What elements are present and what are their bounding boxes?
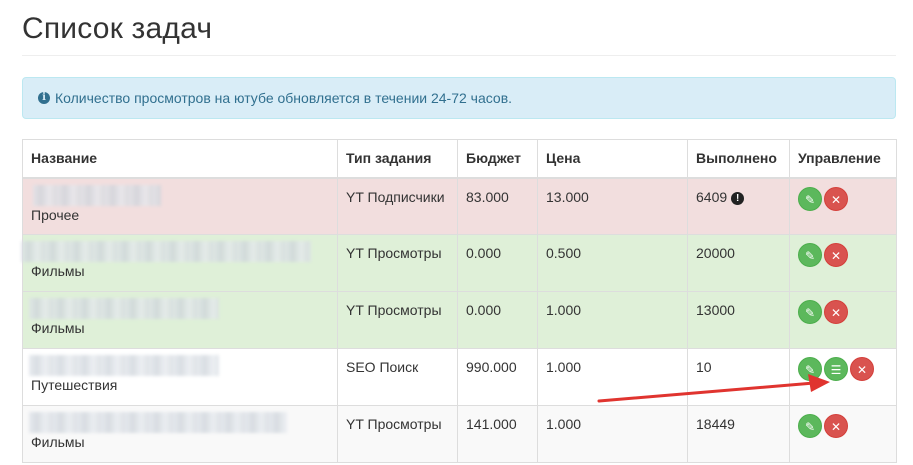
edit-button[interactable]: ✎: [798, 300, 822, 324]
task-price-cell: 1.000: [537, 405, 688, 463]
delete-button[interactable]: ✕: [824, 186, 848, 211]
table-row: Фильмы YT Просмотры 0.000 1.000 13000 ✎ ✕: [22, 291, 897, 349]
task-done-cell: 20000: [687, 234, 790, 292]
task-budget-cell: 990.000: [457, 348, 538, 406]
task-budget-cell: 141.000: [457, 405, 538, 463]
task-actions-cell: ✎ ✕: [789, 405, 897, 463]
task-budget: 141.000: [466, 416, 517, 432]
task-category: Путешествия: [31, 377, 118, 393]
task-type: YT Подписчики: [346, 188, 445, 205]
task-done-cell: 13000: [687, 291, 790, 349]
redacted-task-name: [29, 412, 287, 433]
delete-button[interactable]: ✕: [824, 414, 848, 438]
task-name-cell: Фильмы: [22, 291, 338, 349]
task-name-cell: Фильмы: [21, 234, 338, 292]
task-actions-cell: ✎ ✕: [789, 291, 897, 349]
task-price-cell: 1.000: [537, 291, 688, 349]
task-price: 1.000: [546, 416, 582, 432]
info-circle-icon: i: [38, 92, 50, 104]
task-name-cell: Путешествия: [22, 348, 338, 406]
task-budget-cell: 0.000: [457, 291, 538, 349]
task-price: 1.000: [546, 359, 582, 375]
task-type: YT Просмотры: [346, 416, 442, 432]
table-row: Фильмы YT Просмотры 0.000 0.500 20000 ✎ ✕: [21, 234, 897, 292]
task-type-cell: YT Просмотры: [337, 405, 458, 463]
task-price: 1.000: [546, 302, 582, 318]
exclamation-circle-icon[interactable]: !: [731, 191, 745, 205]
task-type: YT Просмотры: [346, 245, 442, 261]
task-done: 6409: [696, 188, 728, 205]
table-row: Фильмы YT Просмотры 141.000 1.000 18449 …: [22, 405, 897, 463]
header-done[interactable]: Выполнено: [687, 139, 790, 179]
page-title: Список задач: [22, 12, 213, 45]
task-type-cell: YT Просмотры: [337, 234, 458, 292]
task-done-cell: 6409!: [687, 177, 790, 235]
task-done: 13000: [696, 302, 735, 318]
task-type: YT Просмотры: [346, 302, 442, 318]
edit-button[interactable]: ✎: [798, 243, 822, 267]
title-divider: [22, 55, 896, 56]
alert-text: Количество просмотров на ютубе обновляет…: [55, 90, 513, 106]
redacted-task-name: [33, 184, 161, 206]
edit-button[interactable]: ✎: [798, 186, 822, 211]
delete-button[interactable]: ✕: [824, 300, 848, 324]
redacted-task-name: [29, 355, 219, 376]
task-category: Прочее: [31, 206, 80, 223]
task-price-cell: 0.500: [537, 234, 688, 292]
task-done: 20000: [696, 245, 735, 261]
table-row: Прочее YT Подписчики 83.000 13.000 6409!…: [22, 177, 897, 235]
task-price: 0.500: [546, 245, 582, 261]
task-budget: 990.000: [466, 359, 517, 375]
task-category: Фильмы: [31, 434, 85, 450]
task-budget: 0.000: [466, 245, 502, 261]
task-done: 18449: [696, 416, 735, 432]
annotation-arrow: [597, 374, 830, 403]
task-name-cell: Прочее: [22, 177, 338, 235]
header-price[interactable]: Цена: [537, 139, 688, 179]
edit-button[interactable]: ✎: [798, 414, 822, 438]
tasks-table: Название Тип задания Бюджет Цена Выполне…: [21, 139, 897, 463]
redacted-task-name: [21, 241, 311, 262]
task-budget-cell: 0.000: [457, 234, 538, 292]
task-actions-cell: ✎ ✕: [789, 234, 897, 292]
task-category: Фильмы: [31, 320, 85, 336]
header-type[interactable]: Тип задания: [337, 139, 458, 179]
info-alert: i Количество просмотров на ютубе обновля…: [22, 77, 896, 119]
task-budget: 83.000: [466, 188, 509, 205]
task-category: Фильмы: [31, 263, 85, 279]
header-budget[interactable]: Бюджет: [457, 139, 538, 179]
task-done-cell: 18449: [687, 405, 790, 463]
task-budget-cell: 83.000: [457, 177, 538, 235]
task-type-cell: YT Подписчики: [337, 177, 458, 235]
delete-button[interactable]: ✕: [850, 357, 874, 381]
task-type-cell: YT Просмотры: [337, 291, 458, 349]
task-type: SEO Поиск: [346, 359, 419, 375]
header-name[interactable]: Название: [22, 139, 338, 179]
task-name-cell: Фильмы: [22, 405, 338, 463]
task-type-cell: SEO Поиск: [337, 348, 458, 406]
task-price: 13.000: [546, 188, 589, 205]
header-actions: Управление: [789, 139, 897, 179]
delete-button[interactable]: ✕: [824, 243, 848, 267]
task-actions-cell: ✎ ✕: [789, 177, 897, 235]
task-price-cell: 13.000: [537, 177, 688, 235]
redacted-task-name: [29, 298, 219, 319]
table-header-row: Название Тип задания Бюджет Цена Выполне…: [22, 139, 897, 179]
task-budget: 0.000: [466, 302, 502, 318]
